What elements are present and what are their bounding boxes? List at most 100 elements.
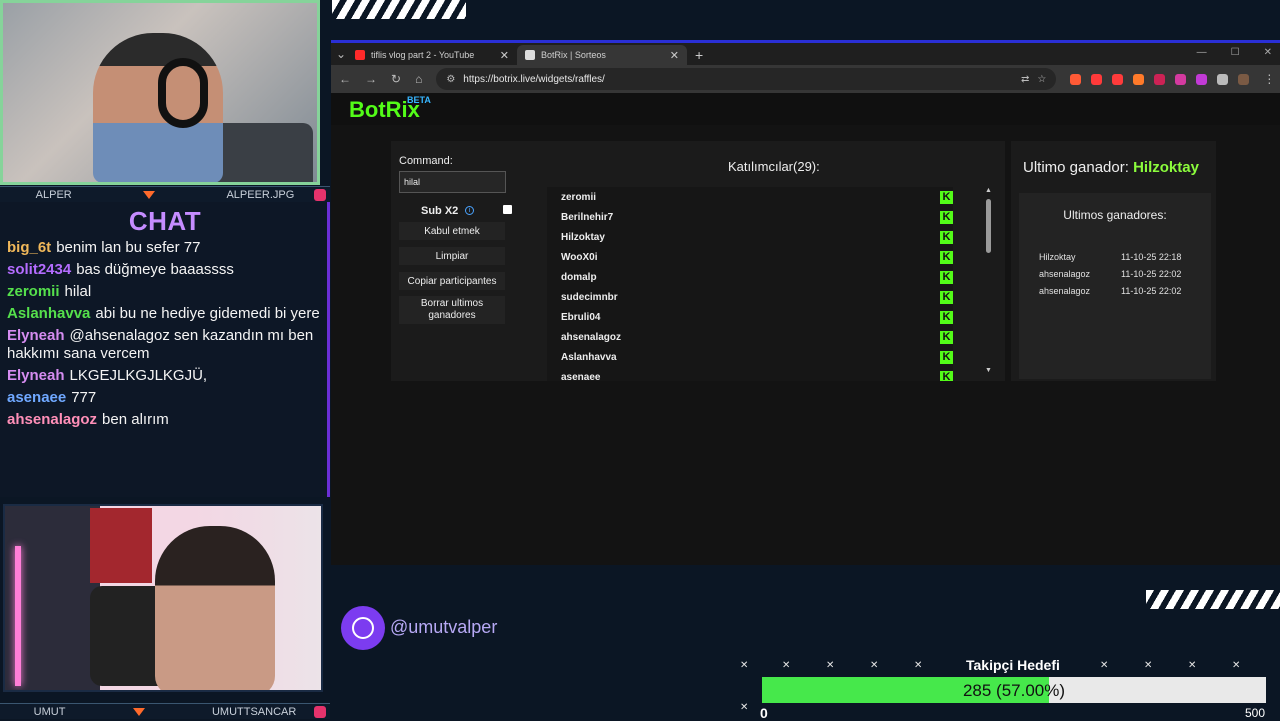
chat-message: asenaee 777 xyxy=(0,387,327,409)
participant-name: Aslanhavva xyxy=(561,351,617,363)
minimize-icon[interactable]: — xyxy=(1197,47,1207,58)
extension-icon[interactable] xyxy=(1154,73,1166,85)
tab-search-icon[interactable]: ⌄ xyxy=(335,47,347,61)
participant-name: ahsenalagoz xyxy=(561,331,622,343)
goal-max: 500 xyxy=(1245,706,1266,720)
winner-date: 11-10-25 22:02 xyxy=(1121,286,1182,296)
chat-username[interactable]: Elyneah xyxy=(7,367,65,384)
home-icon[interactable]: ⌂ xyxy=(415,72,422,86)
clear-winners-button[interactable]: Borrar ultimos ganadores xyxy=(399,296,505,324)
participant-row: domalp K xyxy=(547,267,953,287)
close-tab-icon[interactable]: ✕ xyxy=(670,49,679,62)
participants-title: Katılımcılar(29): xyxy=(728,159,820,174)
url-text: https://botrix.live/widgets/raffles/ xyxy=(463,73,605,85)
participant-name: domalp xyxy=(561,271,597,283)
extension-icon[interactable] xyxy=(1112,73,1124,85)
x-mark-icon: ✕ xyxy=(1232,660,1241,671)
extension-icon[interactable] xyxy=(1238,73,1250,85)
webcam-umut xyxy=(3,504,323,692)
participant-row: Ebruli04 K xyxy=(547,307,953,327)
kick-icon: K xyxy=(940,190,953,204)
instagram-icon xyxy=(314,705,326,718)
globe-icon xyxy=(341,606,385,650)
last-winner: Ultimo ganador: Hilzoktay xyxy=(1023,159,1199,176)
forward-icon[interactable]: → xyxy=(365,72,377,86)
winner-name: ahsenalagoz xyxy=(1039,286,1091,296)
webcam-alper xyxy=(0,0,320,185)
participant-row: WooX0i K xyxy=(547,247,953,267)
scroll-up-icon[interactable]: ▲ xyxy=(985,187,992,194)
reload-icon[interactable]: ↻ xyxy=(391,72,401,86)
accept-button[interactable]: Kabul etmek xyxy=(399,222,505,240)
winners-box: Ultimos ganadores: Hilzoktay 11-10-25 22:… xyxy=(1019,193,1211,379)
chat-username[interactable]: Elyneah xyxy=(7,327,65,344)
extension-icon[interactable] xyxy=(1175,73,1187,85)
browser-tab[interactable]: tiflis vlog part 2 - YouTube ✕ xyxy=(347,45,517,65)
kick-icon: K xyxy=(940,250,953,264)
chat-username[interactable]: asenaee xyxy=(7,389,66,406)
bookmark-star-icon[interactable]: ☆ xyxy=(1037,74,1046,85)
clear-button[interactable]: Limpiar xyxy=(399,247,505,265)
goal-min: 0 xyxy=(760,705,768,721)
participant-row: Aslanhavva K xyxy=(547,347,953,367)
translate-icon[interactable]: ⇄ xyxy=(1021,74,1029,85)
site-info-icon[interactable]: ⚙ xyxy=(446,74,455,85)
back-icon[interactable]: ← xyxy=(339,72,351,86)
chat-message: solit2434 bas düğmeye baaassss xyxy=(0,259,327,281)
scrollbar-thumb[interactable] xyxy=(986,199,991,253)
winner-date: 11-10-25 22:02 xyxy=(1121,269,1182,279)
triangle-icon xyxy=(143,190,156,199)
chat-message: zeromii hilal xyxy=(0,281,327,303)
participant-row: sudecimnbr K xyxy=(547,287,953,307)
extension-icon[interactable] xyxy=(1217,73,1229,85)
chat-message: Aslanhavva abi bu ne hediye gidemedi bi y… xyxy=(0,303,327,325)
webcam-name-left: ALPER xyxy=(35,188,72,201)
extension-icon[interactable] xyxy=(1196,73,1208,85)
browser-tab[interactable]: BotRix | Sorteos ✕ xyxy=(517,45,687,65)
address-bar[interactable]: ⚙ https://botrix.live/widgets/raffles/ ⇄… xyxy=(436,68,1057,90)
chat-username[interactable]: ahsenalagoz xyxy=(7,411,97,428)
new-tab-icon[interactable]: + xyxy=(695,47,703,63)
decorative-stripes-bottom xyxy=(1146,590,1280,609)
follower-goal-text: 285 (57.00%) xyxy=(962,681,1066,700)
menu-icon[interactable]: ⋮ xyxy=(1263,72,1275,86)
headset-icon xyxy=(158,58,208,128)
participant-name: WooX0i xyxy=(561,251,598,263)
scroll-down-icon[interactable]: ▼ xyxy=(985,367,992,374)
extension-icon[interactable] xyxy=(1091,73,1103,85)
info-icon[interactable]: i xyxy=(465,206,474,215)
favicon-icon xyxy=(525,50,535,60)
chat-username[interactable]: Aslanhavva xyxy=(7,305,90,322)
participant-name: Berilnehir7 xyxy=(561,211,614,223)
chat-username[interactable]: big_6t xyxy=(7,239,51,256)
command-label: Command: xyxy=(399,155,453,167)
last-winner-label: Ultimo ganador: xyxy=(1023,159,1129,176)
extension-icon[interactable] xyxy=(1133,73,1145,85)
command-input[interactable] xyxy=(399,171,506,193)
close-window-icon[interactable]: ✕ xyxy=(1264,47,1272,58)
x-mark-icon: ✕ xyxy=(914,660,923,671)
chat-username[interactable]: solit2434 xyxy=(7,261,71,278)
decorative-stripes-top xyxy=(332,0,466,19)
winner-panel: Ultimo ganador: Hilzoktay Ultimos ganado… xyxy=(1011,141,1216,381)
winner-date: 11-10-25 22:18 xyxy=(1121,252,1182,262)
webcam-name-left: UMUT xyxy=(33,705,66,718)
kick-icon: K xyxy=(940,370,953,381)
kick-icon: K xyxy=(940,310,953,324)
kick-icon: K xyxy=(940,350,953,364)
sub-x2-label: Sub X2 xyxy=(421,205,459,217)
winner-row: Hilzoktay 11-10-25 22:18 xyxy=(1039,252,1181,262)
chat-message: Elyneah LKGEJLKGJLKGJÜ, xyxy=(0,365,327,387)
close-tab-icon[interactable]: ✕ xyxy=(500,49,509,62)
extension-icon[interactable] xyxy=(1070,73,1082,85)
chat-username[interactable]: zeromii xyxy=(7,283,60,300)
chat-text: hilal xyxy=(64,283,92,300)
x-mark-icon: ✕ xyxy=(1188,660,1197,671)
sub-x2-checkbox[interactable] xyxy=(503,205,512,214)
chat-message: ahsenalagoz ben alırım xyxy=(0,409,327,431)
maximize-icon[interactable]: ☐ xyxy=(1231,47,1240,58)
x-mark-icon: ✕ xyxy=(870,660,879,671)
copy-participants-button[interactable]: Copiar participantes xyxy=(399,272,505,290)
wall-poster xyxy=(90,508,152,583)
webcam-name-right: ALPEER.JPG xyxy=(226,188,295,201)
